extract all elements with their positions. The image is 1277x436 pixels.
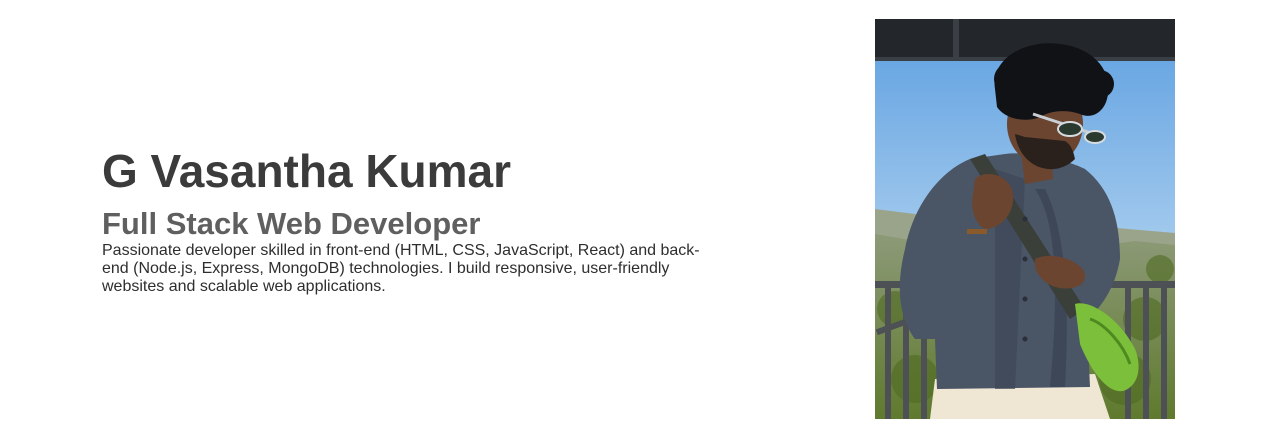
profile-name: G Vasantha Kumar bbox=[102, 145, 512, 197]
hero-section: G Vasantha Kumar Full Stack Web Develope… bbox=[0, 0, 1277, 436]
profile-role: Full Stack Web Developer bbox=[102, 206, 481, 241]
hero-text: G Vasantha Kumar Full Stack Web Develope… bbox=[102, 140, 712, 296]
profile-bio: Passionate developer skilled in front-en… bbox=[102, 242, 700, 295]
profile-photo-illustration bbox=[875, 19, 1175, 419]
profile-photo bbox=[875, 19, 1175, 419]
